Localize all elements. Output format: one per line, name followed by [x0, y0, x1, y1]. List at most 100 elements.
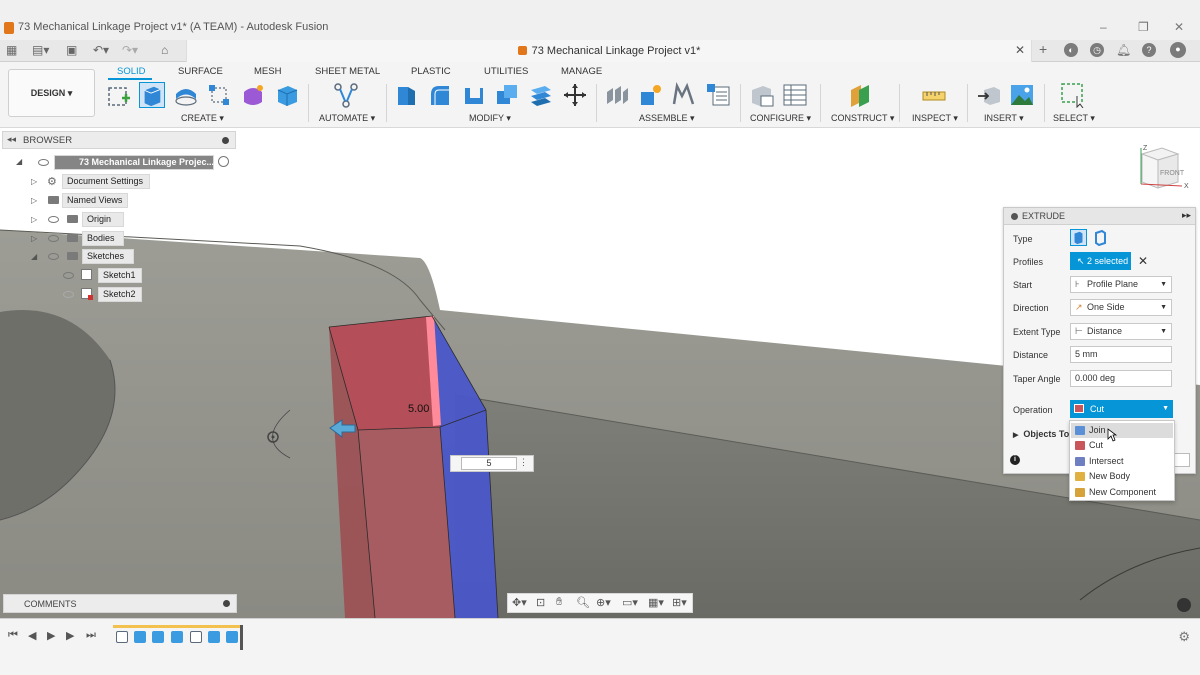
comments-pin-icon[interactable] — [223, 600, 230, 607]
browser-item-document-settings[interactable]: Document Settings — [62, 174, 150, 189]
comments-panel-header[interactable]: COMMENTS — [3, 594, 237, 613]
taper-angle-input[interactable]: 0.000 deg — [1070, 370, 1172, 387]
pan-icon[interactable]: ✋︎ — [556, 596, 562, 609]
box-icon[interactable] — [274, 82, 300, 108]
expand-bodies-icon[interactable]: ▷ — [31, 234, 37, 243]
construct-plane-icon[interactable] — [847, 82, 873, 108]
measure-icon[interactable] — [921, 82, 947, 108]
insert-derive-icon[interactable] — [976, 82, 1002, 108]
direction-select[interactable]: ↗ One Side ▼ — [1070, 299, 1172, 316]
timeline-extrude-feature[interactable] — [152, 631, 164, 643]
offset-face-icon[interactable] — [528, 82, 554, 108]
operation-option-new-component[interactable]: New Component — [1071, 485, 1173, 500]
combine-icon[interactable] — [494, 82, 520, 108]
home-icon[interactable]: ⌂ — [161, 43, 168, 57]
file-menu-icon[interactable]: ▤▾ — [32, 43, 49, 57]
distance-manipulator[interactable]: 5 ⋮ — [450, 455, 534, 472]
browser-item-origin[interactable]: Origin — [82, 212, 124, 227]
distance-manipulator-input[interactable]: 5 — [461, 457, 517, 470]
visibility-eye-icon[interactable] — [38, 159, 49, 166]
timeline-sketch-feature[interactable] — [116, 631, 128, 643]
inspect-menu[interactable]: INSPECT ▾ — [912, 113, 958, 124]
go-to-start-icon[interactable]: ⏮︎ — [8, 629, 18, 642]
modify-menu[interactable]: MODIFY ▾ — [469, 113, 511, 124]
insert-canvas-icon[interactable] — [1009, 82, 1035, 108]
tab-mesh[interactable]: MESH — [254, 66, 281, 77]
operation-option-intersect[interactable]: Intersect — [1071, 454, 1173, 469]
timeline-marker[interactable] — [240, 625, 243, 650]
tab-sheet-metal[interactable]: SHEET METAL — [315, 66, 380, 77]
timeline-extrude-feature[interactable] — [208, 631, 220, 643]
extrude-type-thin-icon[interactable] — [1092, 229, 1109, 246]
step-forward-icon[interactable]: ▶︎ — [66, 629, 74, 642]
start-select[interactable]: ⊦ Profile Plane ▼ — [1070, 276, 1172, 293]
go-to-end-icon[interactable]: ⏭︎ — [86, 629, 96, 642]
create-sketch-icon[interactable] — [106, 82, 132, 108]
extrude-icon[interactable] — [139, 82, 165, 108]
close-tab-button[interactable]: ✕ — [1015, 43, 1025, 57]
timeline-sketch-feature[interactable] — [190, 631, 202, 643]
timeline-extrude-feature[interactable] — [171, 631, 183, 643]
operation-option-join[interactable]: Join — [1071, 423, 1173, 438]
look-at-icon[interactable]: ⊡ — [536, 596, 545, 609]
bill-of-materials-icon[interactable] — [705, 82, 731, 108]
tab-manage[interactable]: MANAGE — [561, 66, 602, 77]
job-status-icon[interactable]: ◷ — [1090, 43, 1104, 57]
visibility-eye-icon[interactable] — [48, 253, 59, 260]
automate-menu[interactable]: AUTOMATE ▾ — [319, 113, 375, 124]
expand-origin-icon[interactable]: ▷ — [31, 215, 37, 224]
joint-icon[interactable] — [638, 82, 664, 108]
configure-icon[interactable] — [749, 82, 775, 108]
timeline-settings-gear-icon[interactable]: ⚙ — [1178, 629, 1190, 645]
extrude-type-solid-icon[interactable] — [1070, 229, 1087, 246]
configuration-table-icon[interactable] — [782, 82, 808, 108]
select-menu[interactable]: SELECT ▾ — [1053, 113, 1095, 124]
browser-root-node[interactable]: 73 Mechanical Linkage Projec... — [54, 155, 214, 170]
construct-menu[interactable]: CONSTRUCT ▾ — [831, 113, 894, 124]
help-icon[interactable]: ? — [1142, 43, 1156, 57]
zoom-icon[interactable]: 🔍︎ — [576, 596, 590, 609]
timeline-extrude-feature[interactable] — [134, 631, 146, 643]
visibility-eye-icon[interactable] — [48, 235, 59, 242]
browser-item-sketch2[interactable]: Sketch2 — [98, 287, 142, 302]
operation-option-cut[interactable]: Cut — [1071, 438, 1173, 453]
activate-component-icon[interactable] — [218, 156, 229, 167]
distance-input[interactable]: 5 mm — [1070, 346, 1172, 363]
collapse-browser-icon[interactable]: ◂◂ — [7, 134, 16, 145]
create-menu[interactable]: CREATE ▾ — [181, 113, 224, 124]
document-tab[interactable]: 73 Mechanical Linkage Project v1* ✕ — [186, 40, 1032, 62]
timeline-extrude-feature[interactable] — [226, 631, 238, 643]
profiles-selection-button[interactable]: ↖ 2 selected — [1070, 252, 1131, 270]
extrude-dialog-header[interactable]: EXTRUDE ▸▸ — [1004, 208, 1195, 225]
visibility-eye-icon[interactable] — [48, 216, 59, 223]
zoom-window-icon[interactable]: ⊕▾ — [596, 596, 611, 609]
browser-item-bodies[interactable]: Bodies — [82, 231, 124, 246]
collapse-sketches-icon[interactable]: ◢ — [31, 252, 37, 261]
undo-icon[interactable]: ↶▾ — [93, 43, 109, 57]
manipulator-more-icon[interactable]: ⋮ — [519, 457, 528, 468]
extensions-icon[interactable]: ◐ — [1064, 43, 1078, 57]
new-tab-icon[interactable]: + — [1039, 41, 1047, 57]
tab-utilities[interactable]: UTILITIES — [484, 66, 528, 77]
clear-selection-icon[interactable]: ✕ — [1138, 254, 1148, 268]
fillet-icon[interactable] — [427, 82, 453, 108]
browser-panel-header[interactable]: ◂◂ BROWSER — [2, 131, 236, 149]
shell-icon[interactable] — [461, 82, 487, 108]
maximize-button[interactable]: ❐ — [1138, 20, 1149, 34]
expand-dialog-icon[interactable]: ▸▸ — [1182, 210, 1191, 221]
viewports-icon[interactable]: ⊞▾ — [672, 596, 687, 609]
select-icon[interactable] — [1060, 82, 1086, 108]
orbit-icon[interactable]: ✥▾ — [512, 596, 527, 609]
close-window-button[interactable]: ✕ — [1174, 20, 1184, 34]
press-pull-icon[interactable] — [393, 82, 419, 108]
browser-item-sketches[interactable]: Sketches — [82, 249, 134, 264]
browser-item-named-views[interactable]: Named Views — [62, 193, 128, 208]
hidden-eye-icon[interactable] — [63, 291, 74, 298]
tab-solid[interactable]: SOLID — [117, 66, 146, 77]
expand-document-settings-icon[interactable]: ▷ — [31, 177, 37, 186]
view-cube[interactable]: FRONT Z X — [1132, 142, 1192, 198]
info-icon[interactable]: i — [1010, 455, 1020, 465]
notifications-icon[interactable]: 🔔︎ — [1116, 43, 1131, 57]
automate-icon[interactable] — [333, 82, 359, 108]
pattern-icon[interactable] — [206, 82, 232, 108]
